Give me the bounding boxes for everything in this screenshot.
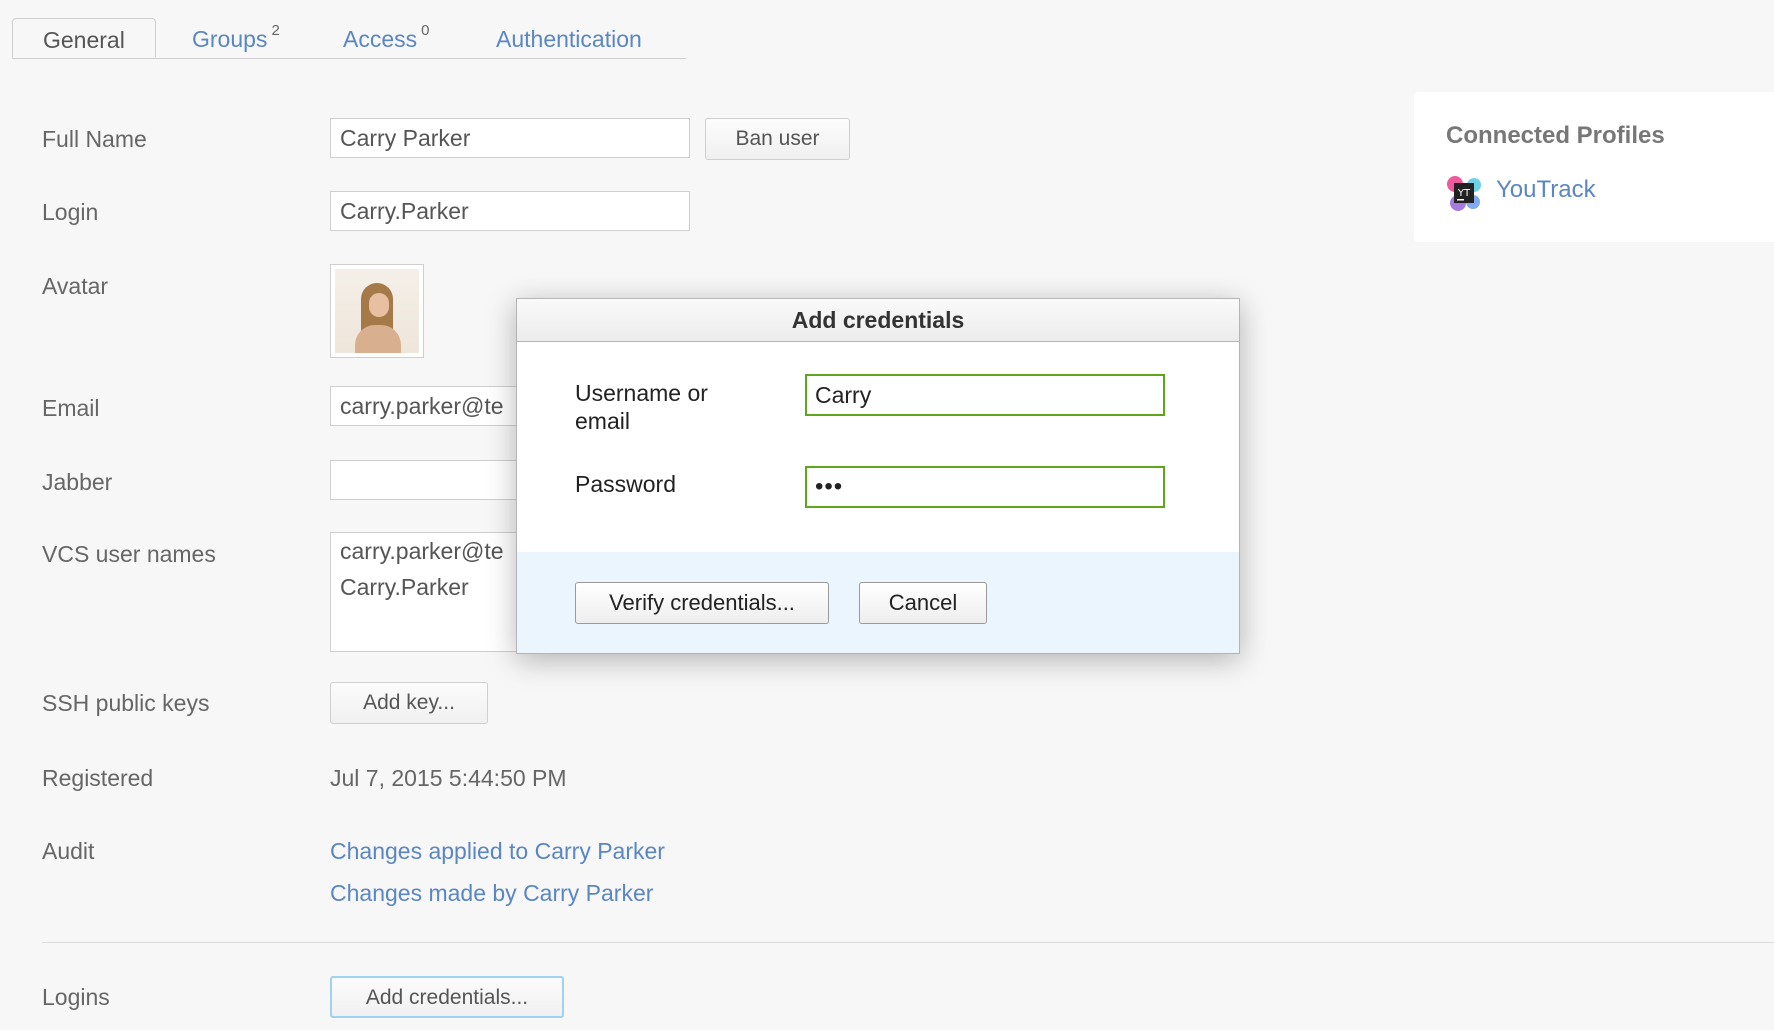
tab-access-count: 0 bbox=[421, 22, 430, 39]
tab-authentication[interactable]: Authentication bbox=[496, 18, 642, 58]
verify-credentials-button[interactable]: Verify credentials... bbox=[575, 582, 829, 624]
connected-profiles-title: Connected Profiles bbox=[1446, 122, 1665, 149]
jabber-label: Jabber bbox=[42, 469, 113, 495]
ban-user-button[interactable]: Ban user bbox=[705, 118, 850, 160]
full-name-label: Full Name bbox=[42, 126, 147, 152]
avatar-label: Avatar bbox=[42, 273, 109, 299]
registered-value: Jul 7, 2015 5:44:50 PM bbox=[330, 765, 567, 791]
username-label: Username or email bbox=[575, 380, 708, 434]
svg-text:YT: YT bbox=[1457, 188, 1471, 199]
logins-label: Logins bbox=[42, 984, 110, 1010]
avatar-image bbox=[335, 269, 419, 353]
tab-authentication-label: Authentication bbox=[496, 26, 642, 52]
email-label: Email bbox=[42, 395, 100, 421]
login-label: Login bbox=[42, 199, 99, 225]
password-input[interactable]: ••• bbox=[805, 466, 1165, 508]
tab-groups-count: 2 bbox=[271, 22, 280, 39]
youtrack-icon: YT bbox=[1447, 176, 1481, 211]
ssh-keys-label: SSH public keys bbox=[42, 690, 210, 716]
tab-access-label: Access bbox=[343, 26, 418, 52]
dialog-title: Add credentials bbox=[517, 299, 1239, 342]
connected-profiles-card: Connected Profiles YT YouTrack bbox=[1414, 92, 1774, 242]
cancel-button[interactable]: Cancel bbox=[859, 582, 987, 624]
login-field[interactable]: Carry.Parker bbox=[330, 191, 690, 231]
connected-profile-youtrack-link[interactable]: YouTrack bbox=[1496, 176, 1596, 204]
audit-label: Audit bbox=[42, 838, 95, 864]
tab-general[interactable]: General bbox=[12, 18, 156, 58]
section-divider bbox=[42, 942, 1774, 943]
audit-link-changes-applied[interactable]: Changes applied to Carry Parker bbox=[330, 838, 665, 865]
tab-bar: General Groups 2 Access 0 Authentication bbox=[12, 18, 686, 59]
registered-label: Registered bbox=[42, 765, 154, 791]
tab-groups[interactable]: Groups 2 bbox=[192, 18, 280, 58]
avatar[interactable] bbox=[330, 264, 424, 358]
vcs-usernames-label: VCS user names bbox=[42, 541, 216, 567]
dialog-footer: Verify credentials... Cancel bbox=[517, 552, 1239, 653]
tab-access[interactable]: Access 0 bbox=[343, 18, 429, 58]
add-credentials-dialog: Add credentials Username or email Carry … bbox=[516, 298, 1240, 654]
audit-link-changes-made[interactable]: Changes made by Carry Parker bbox=[330, 880, 653, 907]
username-input[interactable]: Carry bbox=[805, 374, 1165, 416]
password-label: Password bbox=[575, 471, 676, 497]
add-credentials-button[interactable]: Add credentials... bbox=[330, 976, 564, 1018]
add-key-button[interactable]: Add key... bbox=[330, 682, 488, 724]
tab-general-label: General bbox=[43, 27, 125, 53]
tab-groups-label: Groups bbox=[192, 26, 268, 52]
full-name-field[interactable]: Carry Parker bbox=[330, 118, 690, 158]
